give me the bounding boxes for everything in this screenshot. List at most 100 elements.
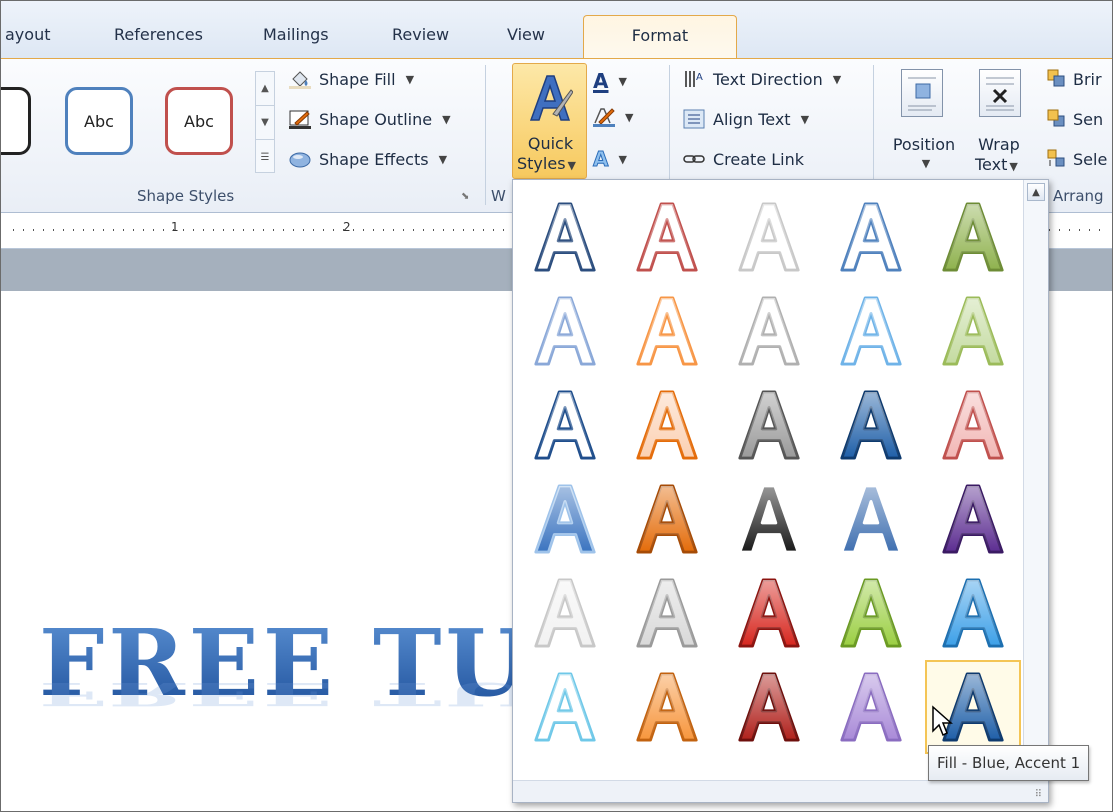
wordart-style-soft-red[interactable] [925,378,1021,472]
letter-a-highlight [739,485,799,553]
wordart-style-solid-steel[interactable] [823,472,919,566]
letter-a-highlight [943,297,1003,365]
tab-review[interactable]: Review [392,25,449,44]
wordart-style-faint-grey[interactable] [517,566,613,660]
wordart-style-solid-black[interactable] [721,472,817,566]
send-backward-label: Sen [1073,109,1104,129]
position-button[interactable]: Position ▼ [883,63,965,183]
shape-fill-button[interactable]: Shape Fill ▼ [289,69,414,89]
wrap-text-button[interactable]: Wrap Text ▼ [967,63,1031,183]
shape-styles-group-label: Shape Styles [137,187,235,205]
position-label: Position [892,135,956,154]
wordart-style-grad-orange[interactable] [619,660,715,754]
chain-link-icon [683,149,705,169]
selection-pane-label: Sele [1073,149,1108,169]
letter-a-icon [534,202,596,272]
text-fill-button[interactable]: A ▼ [593,69,627,93]
scroll-up-icon[interactable]: ▲ [1027,183,1045,201]
gallery-scrollbar[interactable]: ▲ [1023,180,1048,780]
quick-styles-button[interactable]: Quick Styles ▼ [512,63,587,179]
wordart-style-metal-blue[interactable] [925,566,1021,660]
style-tooltip: Fill - Blue, Accent 1 [928,745,1090,781]
quick-styles-label-line2: Styles [517,154,566,173]
letter-a-icon [840,484,902,554]
wordart-style-solid-blue[interactable] [823,378,919,472]
tab-mailings[interactable]: Mailings [263,25,329,44]
align-text-button[interactable]: Align Text ▼ [683,109,809,129]
quick-styles-wordart-icon [529,75,573,121]
chevron-down-icon: ▼ [800,112,810,126]
shape-effects-icon [289,149,311,169]
wordart-style-glow-fill-blue[interactable] [517,472,613,566]
text-outline-button[interactable]: ▼ [593,107,633,127]
wordart-style-metal-red[interactable] [721,566,817,660]
wordart-style-soft-purple[interactable] [823,660,919,754]
gallery-scroll-up-icon[interactable]: ▲ [256,72,274,106]
wordart-style-glow-orange[interactable] [619,284,715,378]
wordart-style-bevel-orange[interactable] [619,378,715,472]
shape-effects-button[interactable]: Shape Effects ▼ [289,149,447,169]
gallery-more-icon[interactable]: ☰ [256,140,274,174]
wordart-style-outline-dark[interactable] [517,190,613,284]
letter-a-icon [636,390,698,460]
send-backward-button[interactable]: Sen [1047,109,1103,129]
letter-a-highlight [739,579,799,647]
ruler-mark: 1 [171,220,179,234]
wordart-style-outline-light[interactable] [721,190,817,284]
wordart-style-glow-green[interactable] [925,284,1021,378]
shape-style-preview-blue[interactable]: Abc [65,87,133,155]
wordart-style-fill-green[interactable] [925,190,1021,284]
wordart-style-bevel-grey[interactable] [721,378,817,472]
position-icon [901,69,943,117]
ruler-ticks [13,229,513,231]
dialog-launcher-icon[interactable]: ⬊ [461,191,469,202]
wordart-style-glow-blue[interactable] [517,284,613,378]
letter-a-icon [738,672,800,742]
wordart-reflection: FREE TU [39,675,530,713]
letter-a-highlight [637,673,697,741]
chevron-down-icon: ▼ [405,72,415,86]
wordart-style-solid-orange[interactable] [619,472,715,566]
wordart-style-glow-sky[interactable] [823,284,919,378]
tab-format[interactable]: Format [583,15,737,61]
letter-a-icon [942,578,1004,648]
letter-a-icon [942,296,1004,366]
text-effects-icon: A [592,147,609,172]
wordart-style-metal-green[interactable] [823,566,919,660]
wordart-style-metal-grey[interactable] [619,566,715,660]
shape-style-preview-red[interactable]: Abc [165,87,233,155]
wordart-style-outline-blue[interactable] [823,190,919,284]
gallery-resize-bar[interactable]: ⠿ [513,780,1048,802]
shape-outline-button[interactable]: Shape Outline ▼ [289,109,451,129]
chevron-down-icon: ▼ [625,110,634,124]
letter-a-icon [840,202,902,272]
letter-a-highlight [841,297,901,365]
letter-a-highlight [637,297,697,365]
shape-styles-gallery-scroll[interactable]: ▲ ▼ ☰ [255,71,275,173]
tab-references[interactable]: References [114,25,203,44]
wordart-style-bevel-navy[interactable] [517,378,613,472]
letter-a-icon [840,578,902,648]
wordart-style-outline-aqua[interactable] [517,660,613,754]
text-effects-button[interactable]: A ▼ [592,147,626,172]
text-direction-button[interactable]: A Text Direction ▼ [683,69,841,89]
tab-page-layout[interactable]: ayout [5,25,50,44]
wordart-style-solid-purple[interactable] [925,472,1021,566]
send-backward-icon [1047,109,1065,129]
create-link-button[interactable]: Create Link [683,149,804,169]
wordart-style-outline-red[interactable] [619,190,715,284]
gallery-scroll-down-icon[interactable]: ▼ [256,106,274,140]
tab-view[interactable]: View [507,25,545,44]
wrap-text-label-line1: Wrap [978,135,1020,154]
bring-forward-button[interactable]: Brir [1047,69,1102,89]
resize-grip-icon[interactable]: ⠿ [1035,789,1042,800]
selection-pane-button[interactable]: Sele [1047,149,1107,169]
letter-a-highlight [637,579,697,647]
letter-a-highlight [943,203,1003,271]
letter-a-highlight [535,203,595,271]
wordart-style-grad-darkred[interactable] [721,660,817,754]
wordart-style-glow-grey[interactable] [721,284,817,378]
shape-effects-label: Shape Effects [319,149,429,169]
align-text-label: Align Text [713,109,791,129]
shape-style-preview-black[interactable]: . [1,87,31,155]
